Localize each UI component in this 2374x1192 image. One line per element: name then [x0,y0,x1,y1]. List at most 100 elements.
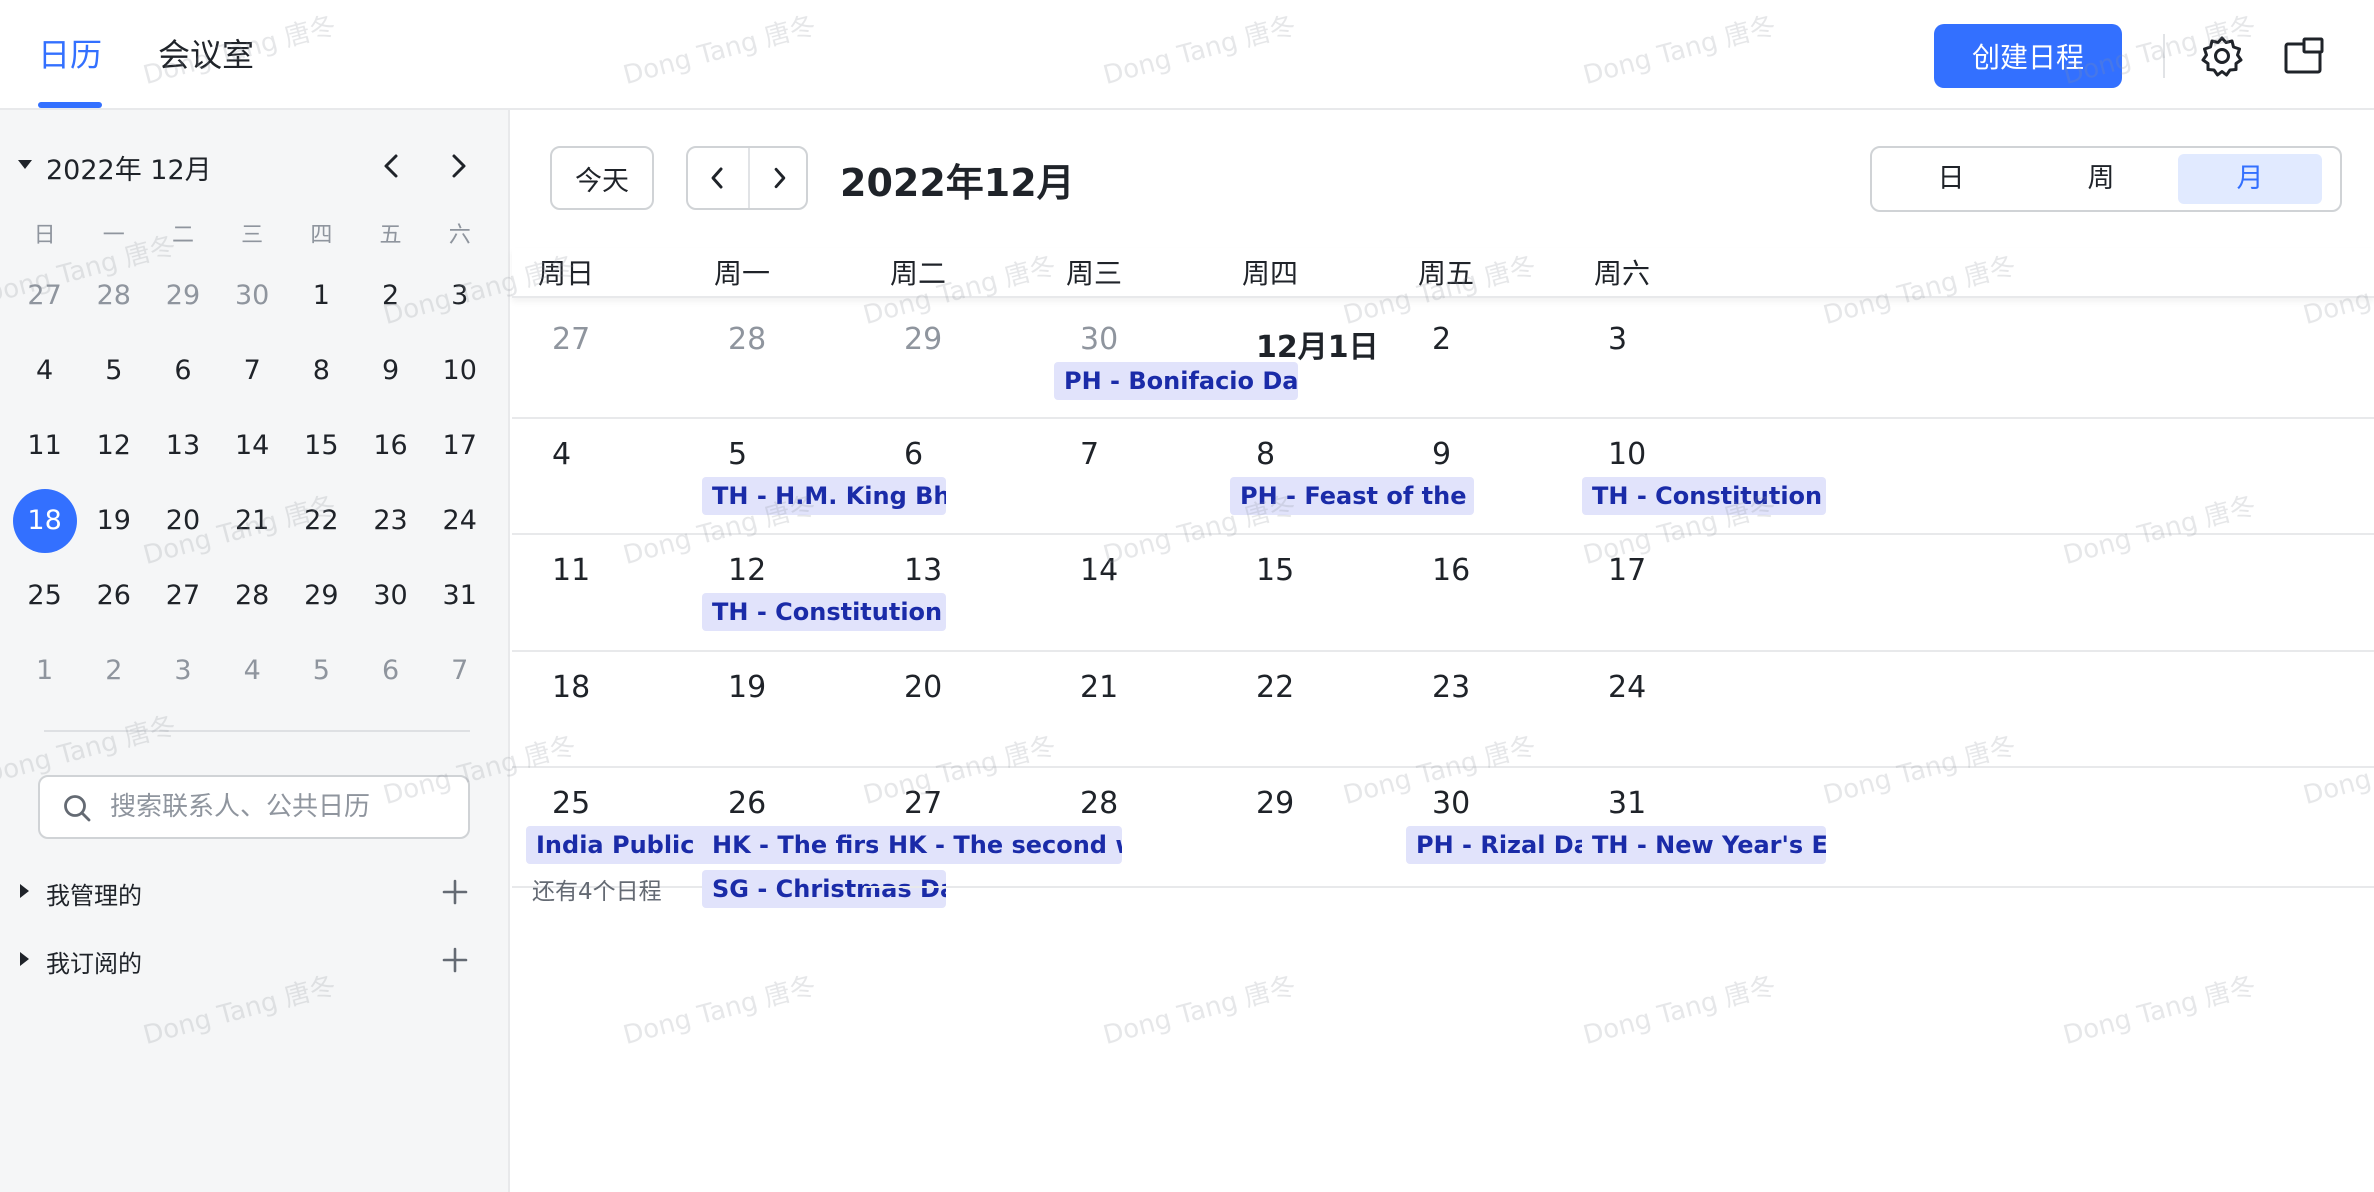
day-cell[interactable]: 19 [688,652,864,768]
collapse-caret-icon[interactable] [18,160,32,169]
day-cell[interactable]: 27 [512,304,688,419]
mini-day[interactable]: 18 [12,488,77,553]
day-cell[interactable]: 30 PH - Bonifacio Day [1040,304,1298,419]
mini-day[interactable]: 10 [428,339,492,403]
day-cell[interactable]: 26HK - The first weekday after Christmas… [688,768,946,908]
mini-day[interactable]: 7 [428,639,492,703]
mini-day[interactable]: 6 [359,639,423,703]
day-cell[interactable]: 10 TH - Constitution Day [1568,419,2374,535]
more-events-link[interactable]: 还有4个日程 [532,872,662,906]
tab-calendar[interactable]: 日历 [38,30,103,108]
mini-day[interactable]: 5 [82,339,146,403]
mini-day[interactable]: 2 [359,264,423,328]
mini-day[interactable]: 16 [359,414,423,478]
plus-icon[interactable] [440,945,470,975]
search-input[interactable] [110,785,450,829]
mini-day[interactable]: 2 [82,639,146,703]
day-cell[interactable]: 12月1日 [1216,304,1392,419]
day-cell[interactable]: 2 [1392,304,1568,419]
mini-day[interactable]: 12 [82,414,146,478]
mini-day[interactable]: 5 [289,639,353,703]
gear-icon[interactable] [2200,34,2244,78]
day-cell[interactable]: 15 [1216,535,1392,652]
day-cell[interactable]: 9 [1392,419,1568,535]
day-cell[interactable]: 27HK - The second weekday after Christma… [864,768,1122,888]
mini-day[interactable]: 29 [151,264,215,328]
view-month-button[interactable]: 月 [2178,154,2322,204]
day-cell[interactable]: 22 [1216,652,1392,768]
chevron-right-icon[interactable] [438,146,478,186]
view-week-button[interactable]: 周 [2028,154,2174,204]
mini-day[interactable]: 24 [428,489,492,553]
day-cell[interactable]: 13 [864,535,1040,652]
expand-caret-icon[interactable] [20,952,29,966]
day-cell[interactable]: 3 [1568,304,2374,419]
day-cell[interactable]: 8PH - Feast of the Immaculate Conception [1216,419,1474,535]
mini-day[interactable]: 1 [13,639,77,703]
day-cell[interactable]: 5TH - H.M. King Bhumibol Adulyadej's Bir… [688,419,946,535]
day-cell[interactable]: 4 [512,419,688,535]
view-day-button[interactable]: 日 [1878,154,2024,204]
mini-day[interactable]: 1 [289,264,353,328]
group-managed[interactable]: 我管理的 [0,867,510,917]
day-cell[interactable]: 7 [1040,419,1216,535]
mini-day[interactable]: 11 [13,414,77,478]
mini-day[interactable]: 4 [13,339,77,403]
mini-day[interactable]: 22 [289,489,353,553]
mini-day[interactable]: 3 [151,639,215,703]
day-cell[interactable]: 23 [1392,652,1568,768]
group-subscribed[interactable]: 我订阅的 [0,935,510,985]
day-cell[interactable]: 20 [864,652,1040,768]
mini-day[interactable]: 20 [151,489,215,553]
day-cell[interactable]: 17 [1568,535,2374,652]
mini-day[interactable]: 21 [220,489,284,553]
mini-day[interactable]: 27 [13,264,77,328]
day-cell[interactable]: 29 [1216,768,1392,888]
chevron-left-icon[interactable] [372,146,412,186]
event-chip[interactable]: TH - Constitution Day [1582,477,1826,515]
mini-day[interactable]: 26 [82,564,146,628]
mini-day[interactable]: 7 [220,339,284,403]
mini-day[interactable]: 25 [13,564,77,628]
day-cell[interactable]: 14 [1040,535,1216,652]
mini-day[interactable]: 19 [82,489,146,553]
day-cell[interactable]: 18 [512,652,688,768]
mini-day[interactable]: 27 [151,564,215,628]
mini-day[interactable]: 29 [289,564,353,628]
mini-day[interactable]: 15 [289,414,353,478]
mini-day[interactable]: 23 [359,489,423,553]
day-cell[interactable]: 31 TH - New Year's Eve [1568,768,2374,888]
event-chip[interactable]: TH - New Year's Eve [1582,826,1826,864]
mini-day[interactable]: 28 [82,264,146,328]
day-cell[interactable]: 16 [1392,535,1568,652]
day-cell[interactable]: 28 [1040,768,1216,888]
window-switch-icon[interactable] [2282,34,2326,78]
mini-day[interactable]: 9 [359,339,423,403]
mini-day[interactable]: 14 [220,414,284,478]
mini-day[interactable]: 6 [151,339,215,403]
today-button[interactable]: 今天 [550,146,654,210]
day-cell[interactable]: 6 [864,419,1040,535]
mini-day[interactable]: 30 [220,264,284,328]
mini-day[interactable]: 3 [428,264,492,328]
day-cell[interactable]: 11 [512,535,688,652]
day-cell[interactable]: 30 PH - Rizal Day [1392,768,1650,888]
day-cell[interactable]: 21 [1040,652,1216,768]
create-event-button[interactable]: 创建日程 [1934,24,2122,88]
day-cell[interactable]: 29 [864,304,1040,419]
day-cell[interactable]: 28 [688,304,864,419]
mini-day[interactable]: 28 [220,564,284,628]
mini-day[interactable]: 8 [289,339,353,403]
plus-icon[interactable] [440,877,470,907]
mini-day[interactable]: 4 [220,639,284,703]
chevron-left-icon[interactable] [688,148,748,208]
chevron-right-icon[interactable] [748,148,808,208]
day-cell[interactable]: 12TH - Constitution Day [688,535,946,652]
day-cell[interactable]: 24 [1568,652,2374,768]
tab-meeting-rooms[interactable]: 会议室 [158,30,254,80]
mini-day[interactable]: 31 [428,564,492,628]
mini-day[interactable]: 30 [359,564,423,628]
expand-caret-icon[interactable] [20,884,29,898]
mini-day[interactable]: 13 [151,414,215,478]
day-cell[interactable]: 25India Public Holiday还有4个日程 [512,768,770,905]
